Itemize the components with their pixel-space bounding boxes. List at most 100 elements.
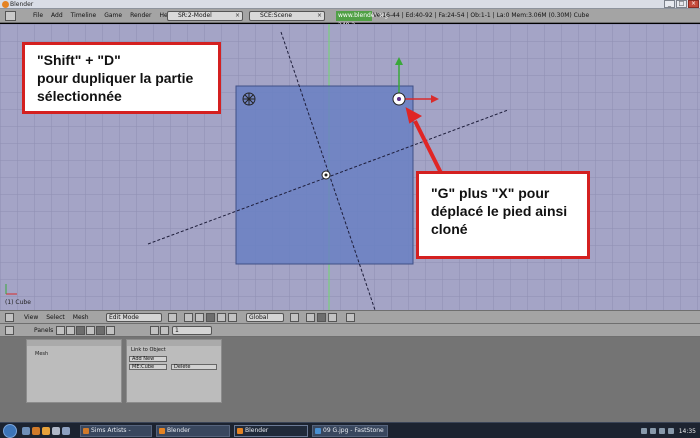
blender-url[interactable]: www.blender.org 249.2 — [336, 11, 388, 29]
link-panel-header[interactable] — [127, 340, 221, 346]
annotation-g-x: "G" plus "X" pour déplacé le pied ainsi … — [416, 171, 590, 259]
firefox-icon[interactable] — [32, 427, 40, 435]
task-blender-2[interactable]: Blender — [234, 425, 308, 437]
task-label: Sims Artists - Mozill... — [91, 427, 131, 434]
hand-manipulator-icon[interactable] — [195, 313, 204, 322]
volume-icon[interactable] — [667, 428, 674, 434]
quick-launch-icon[interactable] — [62, 427, 70, 435]
face-select-icon[interactable] — [328, 313, 337, 322]
scene-selector[interactable]: SCE:Scene × — [249, 11, 325, 21]
task-label: Blender — [167, 427, 191, 434]
3d-view-header: View Select Mesh Edit Mode Global — [0, 310, 700, 324]
task-label: Blender — [245, 427, 269, 434]
blender-logo-icon — [2, 1, 9, 8]
active-object-label: (1) Cube — [5, 299, 31, 306]
main-menu: File Add Timeline Game Render Help — [33, 9, 181, 23]
menu-game[interactable]: Game — [104, 9, 122, 23]
logic-icon[interactable] — [56, 326, 65, 335]
annotation-line: "G" plus "X" pour — [431, 185, 550, 201]
edge-select-icon[interactable] — [317, 313, 326, 322]
menu-view[interactable]: View — [24, 311, 38, 324]
close-icon[interactable]: × — [235, 12, 240, 20]
add-new-button[interactable]: Add New — [129, 356, 167, 362]
screen-selector[interactable]: SR:2-Model × — [167, 11, 243, 21]
menu-render[interactable]: Render — [130, 9, 151, 23]
delete-button[interactable]: Delete — [171, 364, 217, 370]
system-tray: 14:35 — [638, 423, 698, 438]
orientation-selector[interactable]: Global — [246, 313, 284, 322]
quick-launch-icon[interactable] — [52, 427, 60, 435]
shading-icon[interactable] — [168, 313, 177, 322]
window-type-icon[interactable] — [5, 11, 16, 21]
faststone-icon — [315, 428, 321, 434]
show-desktop-icon[interactable] — [22, 427, 30, 435]
screen-selector-value: SR:2-Model — [178, 12, 212, 19]
view-menus: View Select Mesh — [24, 311, 97, 324]
taskbar: Sims Artists - Mozill... Blender Blender… — [0, 422, 700, 438]
camera-icon — [242, 92, 256, 106]
close-button[interactable]: × — [688, 0, 699, 8]
annotation-line: "Shift" + "D" — [37, 52, 121, 68]
mesh-panel-header[interactable]: Mesh — [27, 340, 121, 357]
annotation-line: sélectionnée — [37, 88, 122, 104]
link-panel: Link to Object Add New ME:Cube Delete — [126, 339, 222, 403]
clock[interactable]: 14:35 — [679, 428, 696, 435]
buttons-area: Mesh Link to Object Add New ME:Cube Dele… — [0, 337, 700, 422]
window-controls: _ □ × — [663, 0, 699, 9]
editor-type-icon[interactable] — [5, 313, 14, 322]
task-label: 09 G.jpg - FastStone — [323, 427, 384, 434]
prev-page-icon[interactable] — [150, 326, 159, 335]
scene-stats: Ve:16-44 | Ed:40-92 | Fa:24-54 | Ob:1-1 … — [373, 12, 590, 19]
menu-mesh[interactable]: Mesh — [73, 311, 89, 324]
translate-manipulator-icon[interactable] — [206, 313, 215, 322]
page-number-field[interactable]: 1 — [172, 326, 212, 335]
firefox-icon — [83, 428, 89, 434]
task-faststone[interactable]: 09 G.jpg - FastStone — [312, 425, 388, 437]
vertex-select-icon[interactable] — [306, 313, 315, 322]
blender-icon — [237, 428, 243, 434]
info-header: File Add Timeline Game Render Help SR:2-… — [0, 9, 700, 29]
layer-icon[interactable] — [290, 313, 299, 322]
maximize-button[interactable]: □ — [676, 0, 687, 8]
scale-manipulator-icon[interactable] — [228, 313, 237, 322]
mesh-panel-title: Mesh — [35, 351, 49, 357]
mesh-name-field[interactable]: ME:Cube — [129, 364, 167, 370]
editing-panel-icon[interactable] — [96, 326, 105, 335]
script-icon[interactable] — [66, 326, 75, 335]
shading-panel-icon[interactable] — [76, 326, 85, 335]
task-blender-1[interactable]: Blender — [156, 425, 230, 437]
window-title: Blender — [10, 1, 34, 8]
annotation-line: déplacé le pied ainsi — [431, 203, 568, 219]
object-panel-icon[interactable] — [86, 326, 95, 335]
occlude-icon[interactable] — [346, 313, 355, 322]
tray-icon[interactable] — [649, 428, 656, 434]
task-firefox[interactable]: Sims Artists - Mozill... — [80, 425, 152, 437]
menu-select[interactable]: Select — [46, 311, 65, 324]
minimize-button[interactable]: _ — [664, 0, 675, 8]
next-page-icon[interactable] — [160, 326, 169, 335]
pivot-icon[interactable] — [184, 313, 193, 322]
window-titlebar: Blender _ □ × — [0, 0, 700, 9]
3d-cursor-icon — [321, 170, 331, 180]
mesh-panel: Mesh — [26, 339, 122, 403]
annotation-shift-d: "Shift" + "D" pour dupliquer la partie s… — [22, 42, 221, 114]
blender-icon — [159, 428, 165, 434]
annotation-line: pour dupliquer la partie — [37, 70, 194, 86]
link-to-object-label: Link to Object — [131, 347, 166, 353]
rotate-manipulator-icon[interactable] — [217, 313, 226, 322]
tray-icon[interactable] — [640, 428, 647, 434]
scene-selector-value: SCE:Scene — [260, 12, 293, 19]
scene-panel-icon[interactable] — [106, 326, 115, 335]
folder-icon[interactable] — [42, 427, 50, 435]
close-icon[interactable]: × — [317, 12, 322, 20]
menu-add[interactable]: Add — [51, 9, 63, 23]
annotation-line: cloné — [431, 221, 468, 237]
3d-viewport[interactable]: "Shift" + "D" pour dupliquer la partie s… — [0, 24, 700, 310]
start-button[interactable] — [3, 424, 17, 438]
mode-selector[interactable]: Edit Mode — [106, 313, 162, 322]
network-icon[interactable] — [658, 428, 665, 434]
menu-timeline[interactable]: Timeline — [71, 9, 97, 23]
buttons-header: Panels 1 — [0, 324, 700, 337]
menu-file[interactable]: File — [33, 9, 43, 23]
editor-type-icon[interactable] — [5, 326, 14, 335]
